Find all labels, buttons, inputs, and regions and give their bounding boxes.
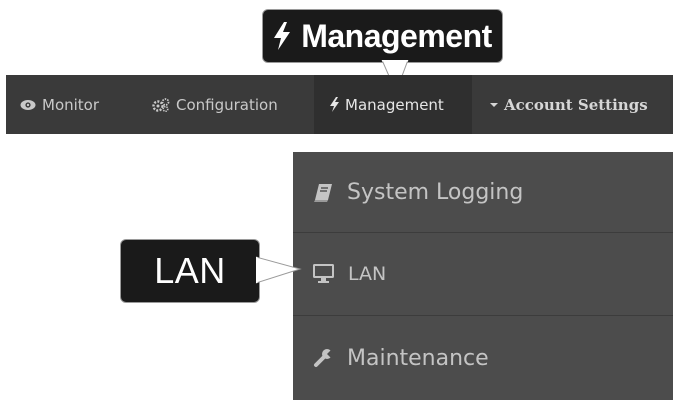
eye-icon [20,99,36,110]
monitor-icon [313,264,334,283]
dropdown-item-system-logging[interactable]: System Logging [293,152,673,233]
bolt-icon [274,22,291,50]
nav-account-settings-label: Account Settings [504,95,648,114]
management-callout: Management [262,9,503,63]
nav-account-settings[interactable]: Account Settings [490,75,648,134]
nav-monitor[interactable]: Monitor [20,75,99,134]
wrench-icon [314,349,333,367]
top-navbar: Monitor Configuration Management Account… [6,75,673,134]
management-callout-label: Management [301,17,492,54]
nav-monitor-label: Monitor [42,95,100,114]
lan-callout: LAN [120,239,260,303]
dropdown-item-maintenance-label: Maintenance [347,345,489,371]
dropdown-item-maintenance[interactable]: Maintenance [293,316,673,400]
lan-callout-pointer [256,256,302,284]
lan-callout-label: LAN [154,250,226,291]
management-dropdown: System Logging LAN Maintenance [293,152,673,400]
gears-icon [152,97,170,112]
dropdown-item-lan[interactable]: LAN [293,233,673,314]
bolt-icon [330,97,339,112]
nav-configuration[interactable]: Configuration [152,75,278,134]
dropdown-item-lan-label: LAN [348,262,387,285]
book-icon [314,183,332,202]
nav-management[interactable]: Management [314,75,472,134]
dropdown-item-system-logging-label: System Logging [347,180,524,205]
nav-management-label: Management [345,95,444,114]
nav-configuration-label: Configuration [176,95,278,114]
caret-down-icon [490,102,498,107]
